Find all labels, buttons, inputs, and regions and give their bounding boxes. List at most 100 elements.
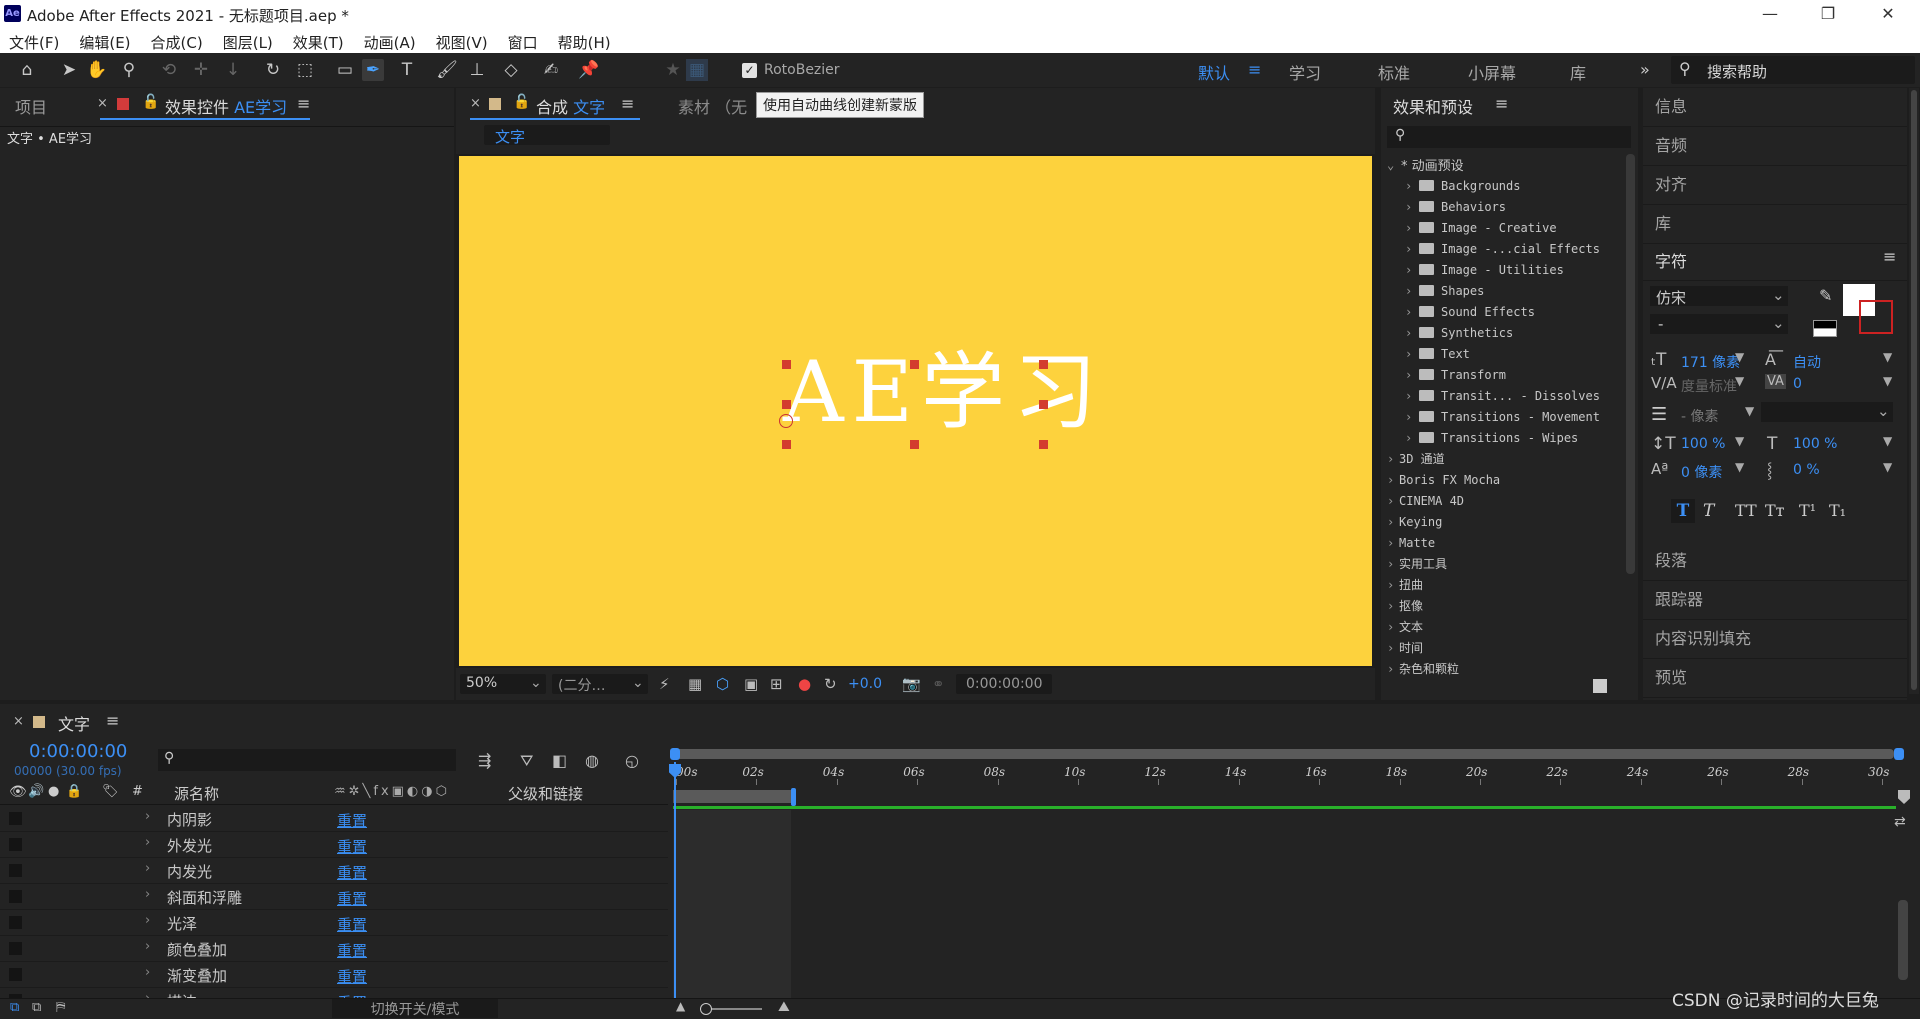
tree-item-preset-folder[interactable]: › Transform: [1387, 364, 1623, 385]
visibility-switch[interactable]: [9, 838, 22, 851]
panel-section-item[interactable]: 信息: [1643, 88, 1907, 127]
navigator-start-handle[interactable]: [670, 748, 680, 760]
minimize-button[interactable]: —: [1750, 2, 1790, 26]
workspace-standard[interactable]: 标准: [1378, 60, 1410, 84]
source-name-header[interactable]: 源名称: [174, 783, 219, 804]
chevron-right-icon[interactable]: ›: [145, 835, 150, 850]
panel-section-item[interactable]: 对齐: [1643, 166, 1907, 205]
stroke-color-swatch[interactable]: [1859, 300, 1893, 334]
dropdown-arrow-icon[interactable]: ▼: [1883, 460, 1892, 474]
current-time-display[interactable]: 0:00:00:00: [29, 741, 127, 762]
tree-item-preset-folder[interactable]: › Transit... - Dissolves: [1387, 385, 1623, 406]
roto-brush-icon[interactable]: ✍: [540, 59, 562, 81]
region-icon[interactable]: ▣: [744, 675, 758, 693]
panel-section-item[interactable]: 音频: [1643, 127, 1907, 166]
reset-link[interactable]: 重置: [337, 914, 367, 935]
menu-file[interactable]: 文件(F): [0, 28, 70, 53]
bbox-handle[interactable]: [782, 400, 791, 409]
restore-button[interactable]: ❐: [1808, 2, 1848, 26]
show-snapshot-icon[interactable]: ⚭: [932, 675, 945, 693]
tree-item-preset-folder[interactable]: › Image - Creative: [1387, 217, 1623, 238]
workspace-default[interactable]: 默认: [1198, 60, 1230, 84]
dropdown-arrow-icon[interactable]: ▼: [1735, 460, 1744, 474]
timeline-scrollbar[interactable]: [1898, 900, 1908, 980]
dropdown-arrow-icon[interactable]: ▼: [1883, 434, 1892, 448]
stroke-type-dropdown[interactable]: ⌄: [1761, 402, 1893, 422]
dropdown-arrow-icon[interactable]: ▼: [1735, 374, 1744, 388]
tree-item-preset-folder[interactable]: › Synthetics: [1387, 322, 1623, 343]
rotobezier-checkbox[interactable]: ✓: [742, 63, 757, 78]
tab-effect-controls[interactable]: 效果控件 AE学习: [165, 94, 287, 118]
dropdown-arrow-icon[interactable]: ▼: [1883, 350, 1892, 364]
subscript-icon[interactable]: T₁: [1829, 501, 1846, 520]
chevron-right-icon[interactable]: ›: [145, 809, 150, 824]
layer-style-name[interactable]: 光泽: [167, 913, 197, 934]
lock-icon[interactable]: 🔒: [66, 784, 82, 799]
type-tool-icon[interactable]: T: [396, 59, 418, 81]
frame-blending-icon[interactable]: ◍: [585, 751, 599, 770]
panel-section-item[interactable]: 库: [1643, 205, 1907, 244]
transparency-grid-icon[interactable]: ▦: [688, 675, 702, 693]
tree-item-category[interactable]: › 文本: [1387, 616, 1623, 637]
pen-tool-icon[interactable]: ✒: [362, 59, 384, 81]
zoom-tool-icon[interactable]: ⚲: [118, 59, 140, 81]
faux-bold-icon[interactable]: T: [1671, 499, 1695, 523]
timeline-layer-row[interactable]: › 斜面和浮雕 重置: [0, 884, 668, 910]
menu-effect[interactable]: 效果(T): [284, 28, 355, 53]
font-size-value[interactable]: 171 像素: [1681, 352, 1740, 372]
dolly-camera-icon[interactable]: ↓: [222, 59, 244, 81]
menu-window[interactable]: 窗口: [499, 28, 549, 53]
visibility-icon[interactable]: 👁: [9, 784, 27, 800]
zoom-dropdown[interactable]: 50% ⌄: [460, 674, 546, 694]
tree-item-category[interactable]: › 扭曲: [1387, 574, 1623, 595]
visibility-switch[interactable]: [9, 864, 22, 877]
small-caps-icon[interactable]: Tт: [1765, 501, 1785, 520]
time-ruler[interactable]: :00s 02s 04s 06s 08s 10s 12s 14s 16s 18s 20s 22s 24s…: [670, 761, 1906, 785]
tab-composition[interactable]: 合成 文字: [536, 94, 605, 118]
bbox-handle[interactable]: [910, 440, 919, 449]
tree-item-category[interactable]: › CINEMA 4D: [1387, 490, 1623, 511]
tree-item-preset-folder[interactable]: › Image - Utilities: [1387, 259, 1623, 280]
vertical-scale-value[interactable]: 100 %: [1681, 436, 1725, 452]
layer-bars[interactable]: [673, 810, 791, 1015]
menu-composition[interactable]: 合成(C): [142, 28, 214, 53]
mask-path-icon[interactable]: ⬡: [716, 675, 729, 693]
visibility-switch[interactable]: [9, 890, 22, 903]
toggle-switches-modes[interactable]: 切换开关/模式: [332, 999, 498, 1018]
tree-item-category[interactable]: › 抠像: [1387, 595, 1623, 616]
rectangle-tool-icon[interactable]: ▭: [334, 59, 356, 81]
visibility-switch[interactable]: [9, 942, 22, 955]
draft-3d-icon[interactable]: ⛛: [520, 751, 533, 771]
comp-mini-flowchart-icon[interactable]: ⇶: [478, 751, 491, 770]
timeline-layer-row[interactable]: › 颜色叠加 重置: [0, 936, 668, 962]
rotate-tool-icon[interactable]: ↻: [262, 59, 284, 81]
effects-panel-title[interactable]: 效果和预设: [1393, 94, 1473, 118]
label-icon[interactable]: 🏷: [102, 784, 119, 799]
tree-item-category[interactable]: › Matte: [1387, 532, 1623, 553]
hand-tool-icon[interactable]: ✋: [86, 59, 108, 81]
reset-link[interactable]: 重置: [337, 862, 367, 883]
current-time-indicator[interactable]: [674, 762, 676, 1012]
effects-scrollbar[interactable]: [1626, 154, 1635, 574]
tree-item-preset-folder[interactable]: › Image -...cial Effects: [1387, 238, 1623, 259]
workspace-library[interactable]: 库: [1570, 60, 1586, 84]
clone-stamp-icon[interactable]: ⊥: [466, 59, 488, 81]
viewer-timecode[interactable]: 0:00:00:00: [956, 674, 1052, 694]
reset-link[interactable]: 重置: [337, 810, 367, 831]
star-icon[interactable]: ★: [662, 59, 684, 81]
brush-tool-icon[interactable]: 🖌: [436, 59, 458, 81]
superscript-icon[interactable]: T¹: [1799, 501, 1816, 520]
reset-link[interactable]: 重置: [337, 836, 367, 857]
viewer-area[interactable]: AE学习: [456, 154, 1375, 668]
transfer-controls-toggle-icon[interactable]: ⧉: [32, 1000, 41, 1015]
timeline-layer-row[interactable]: › 内发光 重置: [0, 858, 668, 884]
horizontal-scale-value[interactable]: 100 %: [1793, 436, 1837, 452]
visibility-switch[interactable]: [9, 812, 22, 825]
new-folder-icon[interactable]: [1593, 679, 1607, 693]
layer-style-name[interactable]: 内发光: [167, 861, 212, 882]
tree-item-preset-folder[interactable]: › Transitions - Wipes: [1387, 427, 1623, 448]
solo-icon[interactable]: ●: [48, 784, 59, 799]
bbox-handle[interactable]: [782, 360, 791, 369]
workspace-menu-icon[interactable]: ≡: [1248, 60, 1261, 79]
shy-layers-icon[interactable]: ◧: [552, 751, 567, 770]
